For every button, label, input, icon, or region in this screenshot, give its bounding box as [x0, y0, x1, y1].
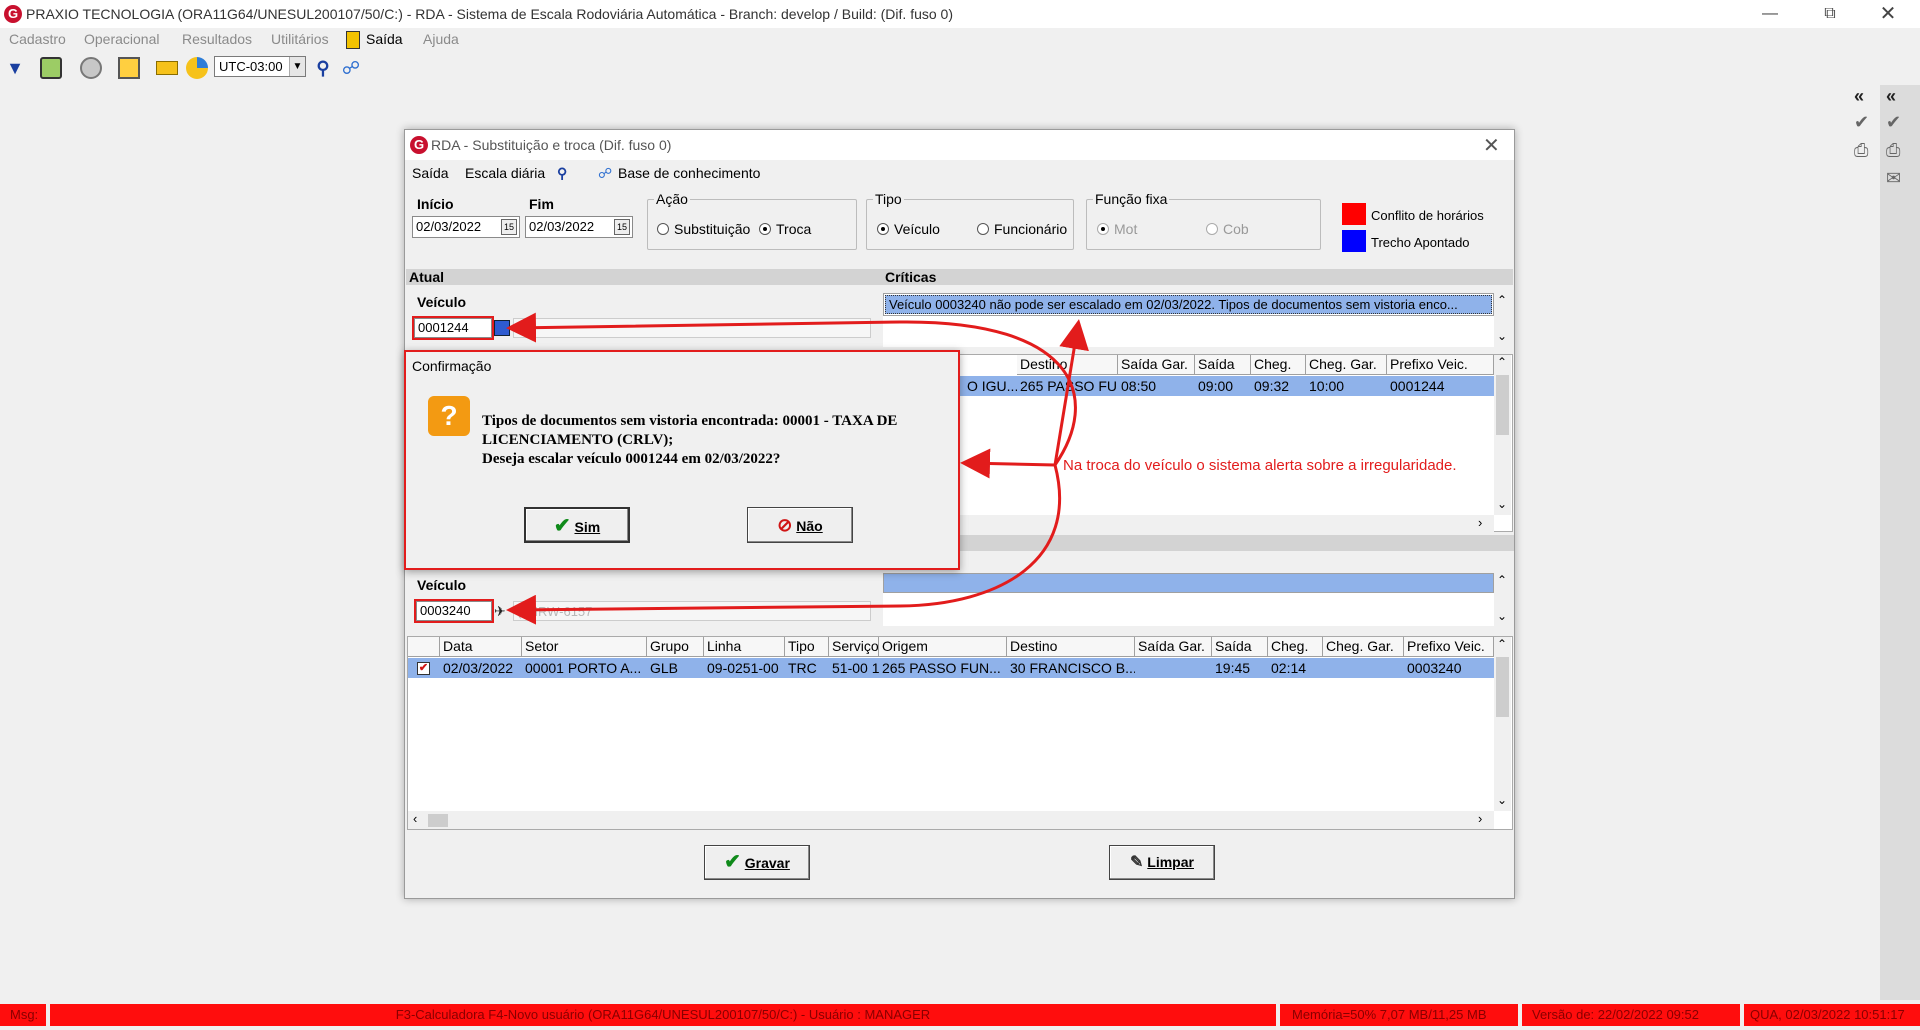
status-msg-label: Msg: — [0, 1004, 46, 1026]
status-memoria: Memória=50% 7,07 MB/11,25 MB — [1280, 1004, 1518, 1026]
annotation-text: Na troca do veículo o sistema alerta sob… — [1063, 457, 1457, 474]
arrow-to-dialog — [960, 448, 1056, 479]
annotation-arrows — [506, 312, 1089, 625]
status-datetime: QUA, 02/03/2022 10:51:17 — [1744, 1004, 1920, 1026]
arrow-to-atual — [506, 312, 1077, 466]
status-bar: Msg: F3-Calculadora F4-Novo usuário (ORA… — [0, 1004, 1920, 1028]
arrow-to-novo — [506, 464, 1062, 625]
status-keys: F3-Calculadora F4-Novo usuário (ORA11G64… — [50, 1004, 1276, 1026]
status-versao: Versão de: 22/02/2022 09:52 — [1522, 1004, 1740, 1026]
